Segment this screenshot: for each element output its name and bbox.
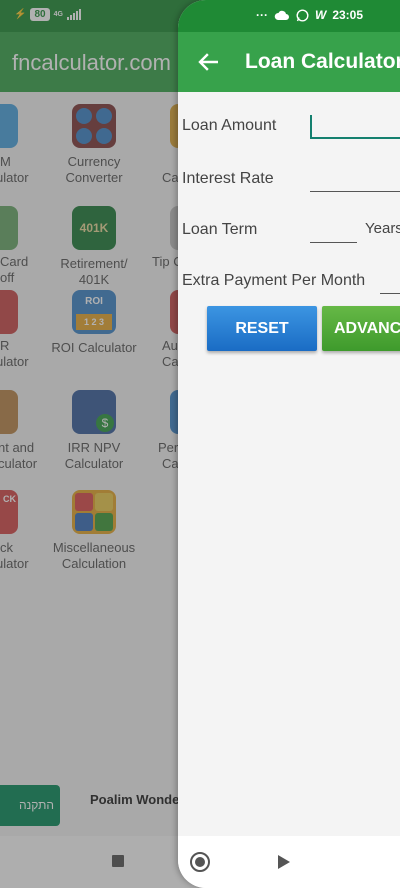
home-icon[interactable]	[190, 852, 210, 872]
loan-amount-label: Loan Amount	[182, 117, 277, 134]
whatsapp-icon	[296, 8, 309, 22]
extra-payment-input[interactable]	[380, 270, 400, 294]
back-triangle-icon[interactable]	[278, 855, 290, 869]
status-time: 23:05	[332, 8, 364, 22]
loan-term-label: Loan Term	[182, 221, 258, 238]
page-title: Loan Calculator	[245, 50, 400, 73]
loan-amount-input[interactable]	[310, 115, 400, 139]
navigation-bar	[178, 836, 400, 888]
cloud-icon	[274, 10, 289, 20]
toolbar: Loan Calculator	[178, 32, 400, 92]
loan-term-unit-label: Years	[365, 220, 400, 237]
interest-rate-input[interactable]	[310, 168, 400, 192]
advanced-button[interactable]: ADVANC	[322, 306, 400, 351]
reset-button[interactable]: RESET	[207, 306, 317, 351]
arrow-left-icon	[198, 53, 218, 71]
loan-term-input[interactable]	[310, 219, 357, 243]
extra-payment-label: Extra Payment Per Month	[182, 272, 366, 289]
interest-rate-label: Interest Rate	[182, 170, 274, 187]
status-bar: ··· W 23:05	[178, 0, 400, 32]
loan-calculator-panel: ··· W 23:05 Loan Calculator Loan Amount …	[178, 0, 400, 888]
more-dots: ···	[256, 8, 268, 22]
w-icon: W	[315, 8, 327, 22]
back-button[interactable]	[192, 46, 224, 78]
